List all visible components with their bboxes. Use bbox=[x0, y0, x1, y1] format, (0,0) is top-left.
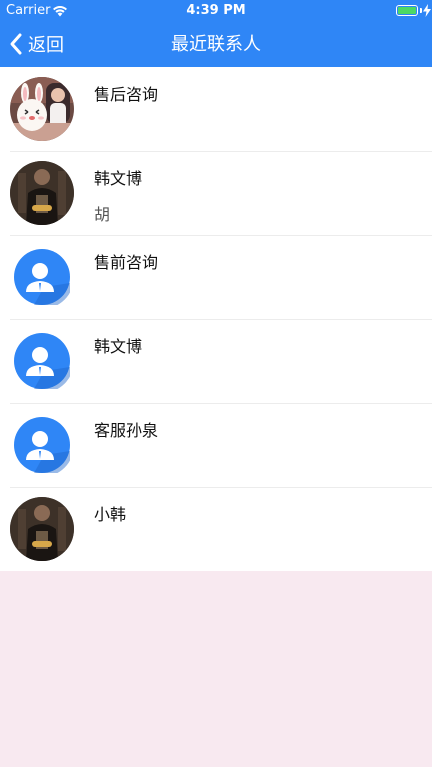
contact-row[interactable]: 小韩 bbox=[0, 487, 432, 571]
contact-name: 韩文博 bbox=[94, 337, 143, 356]
battery-icon bbox=[396, 5, 418, 16]
status-time: 4:39 PM bbox=[186, 3, 246, 18]
status-bar: Carrier 4:39 PM bbox=[0, 0, 432, 22]
contact-list: 售后咨询 韩文博 胡 售前咨询 韩文博 客服孙泉 小韩 bbox=[0, 67, 432, 571]
avatar bbox=[10, 413, 74, 477]
battery-level bbox=[398, 7, 416, 14]
contact-name: 售后咨询 bbox=[94, 85, 159, 104]
avatar bbox=[10, 77, 74, 141]
top-bar: Carrier 4:39 PM 返回 最近联系人 bbox=[0, 0, 432, 67]
contact-row[interactable]: 客服孙泉 bbox=[0, 403, 432, 487]
contact-name: 小韩 bbox=[94, 505, 127, 524]
photo-avatar-person bbox=[10, 161, 74, 225]
contact-row[interactable]: 售后咨询 bbox=[0, 67, 432, 151]
contact-last-message: 胡 bbox=[94, 205, 111, 224]
navigation-bar: 返回 最近联系人 bbox=[0, 22, 432, 67]
avatar bbox=[10, 161, 74, 225]
contact-row[interactable]: 韩文博 胡 bbox=[0, 151, 432, 235]
contact-name: 客服孙泉 bbox=[94, 421, 159, 440]
photo-avatar-cartoon bbox=[10, 77, 74, 141]
default-user-icon bbox=[14, 417, 70, 473]
contact-row[interactable]: 售前咨询 bbox=[0, 235, 432, 319]
contact-row[interactable]: 韩文博 bbox=[0, 319, 432, 403]
default-user-icon bbox=[14, 249, 70, 305]
avatar bbox=[10, 245, 74, 309]
battery-cap bbox=[420, 8, 422, 13]
lightning-bolt-icon bbox=[423, 4, 431, 17]
photo-avatar-person bbox=[10, 497, 74, 561]
avatar bbox=[10, 329, 74, 393]
page-title: 最近联系人 bbox=[171, 34, 261, 55]
default-user-icon bbox=[14, 333, 70, 389]
avatar bbox=[10, 497, 74, 561]
contact-name: 售前咨询 bbox=[94, 253, 159, 272]
contact-name: 韩文博 bbox=[94, 169, 143, 188]
